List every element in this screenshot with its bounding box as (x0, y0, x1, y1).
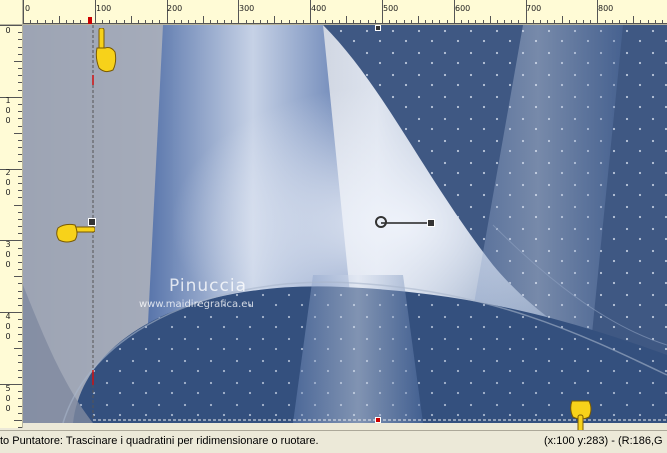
vruler-label-100: 100 (5, 96, 11, 125)
status-bar: to Puntatore: Trascinare i quadratini pe… (0, 430, 667, 453)
watermark-url: www.maidiregrafica.eu (139, 299, 254, 310)
vruler-label-200: 200 (5, 168, 11, 197)
cursor-coordinates: (x:100 y:283) - (R:186,G (544, 435, 663, 447)
vruler-label-400: 400 (5, 312, 11, 341)
resize-handle-icon[interactable] (375, 25, 381, 31)
left-ruler: 0 100 200 300 400 500 (0, 24, 23, 428)
pivot-point-icon[interactable] (375, 216, 387, 228)
vruler-label-300: 300 (5, 240, 11, 269)
ruler-label-700: 700 (526, 4, 542, 13)
ruler-label-600: 600 (455, 4, 471, 13)
tool-hint-text: to Puntatore: Trascinare i quadratini pe… (0, 435, 319, 447)
ruler-label-200: 200 (167, 4, 183, 13)
ruler-label-0: 0 (25, 4, 31, 13)
ruler-corner (0, 0, 23, 25)
pointing-hand-icon (95, 28, 117, 73)
top-ruler: 0 100 200 300 400 500 600 700 800 (0, 0, 667, 25)
watermark-name: Pinuccia (169, 276, 247, 296)
pointing-hand-icon (56, 223, 95, 243)
ruler-label-100: 100 (96, 4, 112, 13)
ruler-label-800: 800 (598, 4, 614, 13)
vruler-label-0: 0 (5, 26, 11, 35)
resize-handle-icon[interactable] (375, 417, 381, 423)
vruler-label-500: 500 (5, 384, 11, 413)
rotation-handle-icon[interactable] (427, 219, 435, 227)
ruler-label-400: 400 (311, 4, 327, 13)
ruler-label-300: 300 (239, 4, 255, 13)
artwork (23, 25, 667, 423)
left-ruler-ticks (0, 25, 22, 428)
ruler-label-500: 500 (383, 4, 399, 13)
image-canvas[interactable]: Pinuccia www.maidiregrafica.eu (23, 25, 667, 423)
